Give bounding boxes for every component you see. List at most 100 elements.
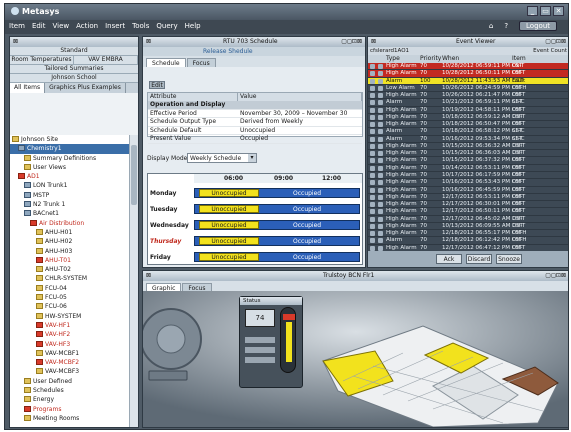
event-row[interactable]: High Alarm 70 10/13/2012 06:09:55 AM CST DH… <box>368 222 568 231</box>
col-icons[interactable] <box>368 55 386 63</box>
event-row[interactable]: High Alarm 70 10/28/2012 06:59:11 PM CST Dk… <box>368 63 568 71</box>
panel-window-icons[interactable]: ▢◻⊡⊠ <box>545 38 566 45</box>
tree-item[interactable]: Chemistry1 <box>10 144 130 154</box>
tab-schedule[interactable]: Schedule <box>146 58 186 67</box>
tree-item[interactable]: MSTP <box>10 191 130 200</box>
col-when[interactable]: When <box>442 55 512 63</box>
ack-button[interactable]: Ack <box>436 254 462 264</box>
event-row[interactable]: High Alarm 70 10/15/2012 06:36:32 AM CST DH… <box>368 142 568 151</box>
snooze-button[interactable]: Snooze <box>496 254 522 264</box>
event-row[interactable]: High Alarm 70 10/15/2012 06:36:03 AM CST DH… <box>368 150 568 158</box>
tree-item[interactable]: CHLR-SYSTEM <box>10 274 130 283</box>
event-row[interactable]: High Alarm 70 12/17/2012 06:30:01 PM CST DH… <box>368 201 568 209</box>
unoccupied-segment[interactable]: Unoccupied <box>199 253 259 261</box>
occupied-segment[interactable]: Occupied <box>293 206 321 213</box>
occupied-segment[interactable]: Occupied <box>293 222 321 229</box>
tree-item[interactable]: User Views <box>10 163 130 172</box>
minimize-button[interactable]: _ <box>527 6 538 16</box>
tree-scroll-thumb[interactable] <box>131 145 137 205</box>
tree-item[interactable]: VAV-MCBF1 <box>10 349 130 358</box>
schedule-bar[interactable]: Unoccupied Occupied <box>194 204 360 214</box>
tree-item[interactable]: N2 Trunk 1 <box>10 200 130 209</box>
floor-plan-viewport[interactable]: Status 74 <box>143 291 568 427</box>
tree-item[interactable]: LON Trunk1 <box>10 181 130 190</box>
unoccupied-segment[interactable]: Unoccupied <box>199 221 259 229</box>
display-mode-select[interactable]: Weekly Schedule ▾ <box>187 153 257 163</box>
event-row[interactable]: High Alarm 70 10/26/2012 06:21:47 PM CST DH… <box>368 92 568 100</box>
menu-item[interactable]: Item <box>9 22 25 30</box>
schedule-bar[interactable]: Unoccupied Occupied <box>194 252 360 262</box>
status-widget[interactable]: Status 74 <box>239 296 303 388</box>
tree-item[interactable]: User Defined <box>10 377 130 386</box>
tab-focus[interactable]: Focus <box>186 58 216 67</box>
occupied-segment[interactable]: Occupied <box>293 190 321 197</box>
occupied-segment[interactable]: Occupied <box>293 238 321 245</box>
tree-scrollbar[interactable] <box>129 135 138 427</box>
event-row[interactable]: High Alarm 70 10/14/2012 06:53:11 PM CST DH… <box>368 164 568 172</box>
tree-item[interactable]: AHU-H02 <box>10 237 130 246</box>
menu-help[interactable]: Help <box>185 22 201 30</box>
attribute-row[interactable]: Schedule Output Type Derived from Weekly <box>148 118 362 127</box>
discard-button[interactable]: Discard <box>466 254 492 264</box>
tab-graphics-plus[interactable]: Graphics Plus Examples <box>45 83 126 93</box>
menu-view[interactable]: View <box>53 22 70 30</box>
tree-item[interactable]: FCU-05 <box>10 293 130 302</box>
help-icon[interactable]: ? <box>504 22 508 30</box>
tree-item[interactable]: HW-SYSTEM <box>10 312 130 321</box>
tree-item[interactable]: Johnson Site <box>10 135 130 144</box>
nav-vav-embra[interactable]: VAV EMBRA <box>74 56 138 64</box>
col-attribute[interactable]: Attribute <box>148 93 238 101</box>
tree-item[interactable]: AHU-H01 <box>10 228 130 237</box>
nav-tailored-summaries[interactable]: Tailored Summaries <box>10 65 138 74</box>
unoccupied-segment[interactable]: Unoccupied <box>199 205 259 213</box>
event-row[interactable]: High Alarm 70 12/17/2012 06:50:11 PM CST DH… <box>368 208 568 216</box>
maximize-button[interactable]: ▭ <box>540 6 551 16</box>
tree-item[interactable]: AHU-T01 <box>10 256 130 265</box>
attribute-row[interactable]: Effective Period November 30, 2009 – Nove… <box>148 110 362 119</box>
col-type[interactable]: Type <box>386 55 420 63</box>
tree-item[interactable]: VAV-HF1 <box>10 321 130 330</box>
menu-action[interactable]: Action <box>76 22 98 30</box>
attribute-row[interactable]: Present Value Occupied <box>148 135 362 144</box>
unoccupied-segment[interactable]: Unoccupied <box>199 189 259 197</box>
tree-item[interactable]: Air Distribution <box>10 219 130 228</box>
tree-item[interactable]: Programs <box>10 405 130 414</box>
tab-plan-focus[interactable]: Focus <box>182 283 212 292</box>
nav-row-standard[interactable]: Standard <box>10 47 138 56</box>
event-row[interactable]: High Alarm 70 10/17/2012 06:17:59 PM CST DH… <box>368 171 568 180</box>
event-row[interactable]: High Alarm 70 10/18/2012 06:50:47 PM CST DH… <box>368 121 568 129</box>
nav-johnson-school[interactable]: Johnson School <box>10 74 138 83</box>
tree-item[interactable]: Schedules <box>10 386 130 395</box>
col-value[interactable]: Value <box>238 93 362 101</box>
attribute-row[interactable]: Schedule Default Unoccupied <box>148 127 362 136</box>
event-row[interactable]: High Alarm 70 10/15/2012 06:37:32 PM CST DH… <box>368 157 568 165</box>
panel-window-icons[interactable]: ▢◻⊡⊠ <box>545 272 566 279</box>
event-row[interactable]: High Alarm 70 12/18/2012 06:55:17 PM CST DH… <box>368 230 568 238</box>
schedule-bar[interactable]: Unoccupied Occupied <box>194 220 360 230</box>
event-row[interactable]: High Alarm 70 12/17/2012 06:45:02 AM CST DH… <box>368 215 568 223</box>
panel-window-icons[interactable]: ▢◻⊡⊠ <box>341 38 362 45</box>
tab-all-items[interactable]: All Items <box>10 83 46 93</box>
event-row[interactable]: High Alarm 70 10/19/2012 04:58:11 PM CST DH… <box>368 106 568 114</box>
panel-close-icon[interactable]: ⊠ <box>146 38 153 45</box>
event-row[interactable]: High Alarm 70 10/18/2012 06:59:12 AM CST DH… <box>368 113 568 122</box>
tree-item[interactable]: BACnet1 <box>10 209 130 218</box>
event-row[interactable]: Alarm 70 10/16/2012 09:53:34 PM CST SF-C <box>368 135 568 143</box>
col-priority[interactable]: Priority <box>420 55 442 63</box>
unoccupied-segment[interactable]: Unoccupied <box>199 237 259 245</box>
tree-item[interactable]: VAV-HF3 <box>10 340 130 349</box>
tree-item[interactable]: AHU-T02 <box>10 265 130 274</box>
chevron-down-icon[interactable]: ▾ <box>248 154 256 162</box>
edit-button[interactable]: Edit <box>149 81 165 89</box>
panel-close-icon[interactable]: ⊠ <box>146 272 153 279</box>
menu-insert[interactable]: Insert <box>105 22 125 30</box>
event-row[interactable]: Alarm 100 10/28/2012 11:43:53 AM CST Fault <box>368 77 568 85</box>
event-filter[interactable]: cfslerard1AO1 <box>370 48 409 54</box>
tree-item[interactable]: VAV-MCBF3 <box>10 367 130 376</box>
tree-item[interactable]: AD1 <box>10 172 130 181</box>
event-row[interactable]: Alarm 70 10/18/2012 06:58:12 PM CST SF-C <box>368 128 568 136</box>
event-row[interactable]: Alarm 70 12/18/2012 06:12:42 PM CST DH-H <box>368 237 568 245</box>
event-row[interactable]: High Alarm 70 12/17/2012 06:53:11 PM CST DH… <box>368 193 568 202</box>
tree-item[interactable]: Energy <box>10 395 130 404</box>
panel-close-icon[interactable]: ⊠ <box>371 38 378 45</box>
